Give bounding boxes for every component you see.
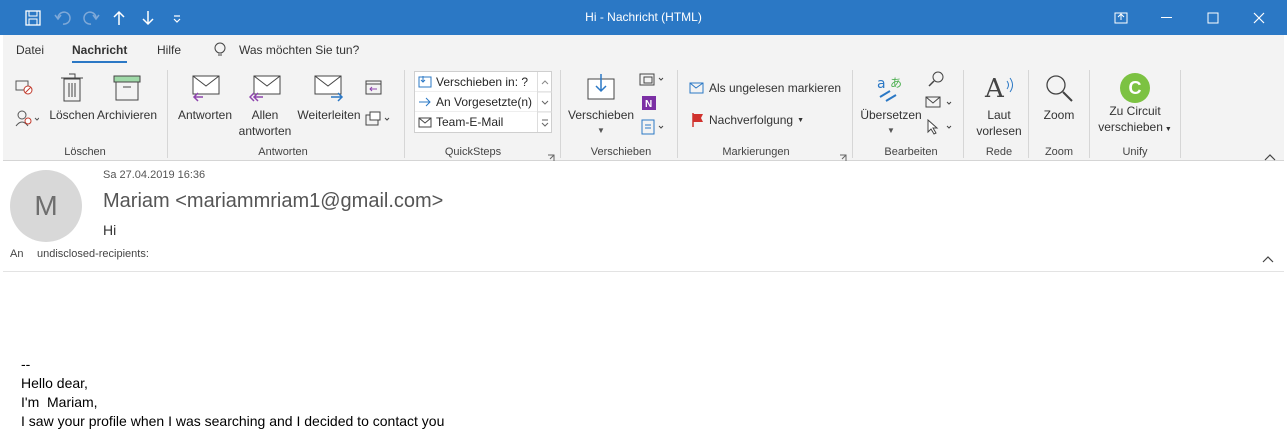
move-folder-icon [587,74,615,100]
separator [852,70,853,158]
group-label-speech: Rede [985,146,1013,158]
trash-icon [61,73,83,102]
to-recipients[interactable]: undisclosed-recipients: [37,248,149,260]
group-label-unify: Unify [1122,146,1148,158]
archive-icon [113,75,141,101]
svg-text:A: A [984,74,1005,103]
group-label-quicksteps: QuickSteps [444,146,502,158]
forward-button[interactable]: Weiterleiten [295,73,363,123]
quicksteps-scroll[interactable] [537,72,552,132]
svg-text:N: N [645,99,652,110]
mail-icon [418,117,432,127]
group-label-move: Verschieben [590,146,652,158]
maximize-icon[interactable] [1190,0,1236,35]
more-respond-icon[interactable] [365,111,391,127]
zoom-button[interactable]: Zoom [1031,73,1087,123]
sender[interactable]: Mariam <mariammriam1@gmail.com> [103,190,443,213]
minimize-icon[interactable] [1144,0,1190,35]
forward-icon [314,75,344,102]
actions-icon[interactable] [641,119,667,135]
tell-me-search[interactable]: Was möchten Sie tun? [239,43,359,57]
separator [1180,70,1181,158]
message-header: M Sa 27.04.2019 16:36 Mariam <mariammria… [3,162,1284,272]
read-aloud-button[interactable]: A Laut vorlesen [969,73,1029,139]
related-icon[interactable] [925,95,953,111]
menu-hilfe[interactable]: Hilfe [157,43,181,57]
mark-unread-button[interactable]: Als ungelesen markieren [689,81,841,95]
dropdown-caret: ▼ [797,116,804,124]
dropdown-caret: ▼ [597,126,605,135]
onenote-icon[interactable]: N [641,95,657,111]
group-label-delete: Löschen [64,146,106,158]
cleanup-icon[interactable] [15,109,39,127]
reply-button[interactable]: Antworten [175,73,235,123]
arrow-right-icon [419,97,431,107]
separator [404,70,405,158]
svg-text:a: a [877,76,886,92]
avatar: M [10,170,82,242]
ignore-icon[interactable] [15,79,33,95]
dropdown-caret: ▼ [1162,126,1172,133]
close-icon[interactable] [1236,0,1282,35]
dropdown-caret: ▼ [887,126,895,135]
read-aloud-icon: A [984,74,1013,104]
title-bar: Hi - Nachricht (HTML) [0,0,1287,35]
separator [1028,70,1029,158]
rules-icon[interactable] [639,71,665,87]
svg-text:あ: あ [890,76,902,90]
group-label-zoom: Zoom [1044,146,1074,158]
reply-all-button[interactable]: Allen antworten [235,73,295,139]
separator [167,70,168,158]
subject: Hi [103,222,117,238]
select-icon[interactable] [925,119,953,135]
move-folder-icon [418,76,432,88]
menu-nachricht[interactable]: Nachricht [72,43,128,63]
zoom-icon [1046,75,1073,102]
move-button[interactable]: Verschieben ▼ [568,73,634,139]
quickstep-team-email[interactable]: Team-E-Mail [415,112,551,132]
menu-datei[interactable]: Datei [16,43,44,57]
message-body: -- Hello dear, I'm Mariam, I saw your pr… [21,356,445,429]
collapse-header-icon[interactable] [1262,250,1274,268]
circuit-icon: C [1120,73,1150,103]
reply-all-icon [248,75,281,102]
translate-icon: aあ [877,76,902,102]
mark-unread-icon [689,82,704,94]
separator [1089,70,1090,158]
delete-button[interactable]: Löschen [47,73,97,123]
quicksteps-gallery: Verschieben in: ? An Vorgesetzte(n) Team… [414,71,552,133]
translate-button[interactable]: aあ Übersetzen ▼ [859,73,923,139]
lightbulb-icon [213,42,227,63]
menu-bar: Datei Nachricht Hilfe Was möchten Sie tu… [3,35,1284,65]
archive-button[interactable]: Archivieren [95,73,159,123]
find-icon[interactable] [927,71,945,87]
separator [560,70,561,158]
move-to-circuit-button[interactable]: C Zu Circuit verschieben ▼ [1093,73,1177,138]
ribbon: Löschen Archivieren Löschen Antworten Al… [3,65,1284,161]
quickstep-to-manager[interactable]: An Vorgesetzte(n) [415,92,551,112]
message-date: Sa 27.04.2019 16:36 [103,169,206,181]
group-label-editing: Bearbeiten [884,146,938,158]
ribbon-display-icon[interactable] [1098,0,1144,35]
quickstep-move-to[interactable]: Verschieben in: ? [415,72,551,92]
group-label-tags: Markierungen [722,146,790,158]
group-label-respond: Antworten [258,146,308,158]
window-title: Hi - Nachricht (HTML) [585,10,702,24]
separator [677,70,678,158]
reply-icon [192,75,220,102]
follow-up-button[interactable]: Nachverfolgung ▼ [691,112,804,128]
flag-icon [692,113,703,127]
separator [963,70,964,158]
to-label: An [10,248,24,260]
meeting-reply-icon[interactable] [365,79,383,95]
